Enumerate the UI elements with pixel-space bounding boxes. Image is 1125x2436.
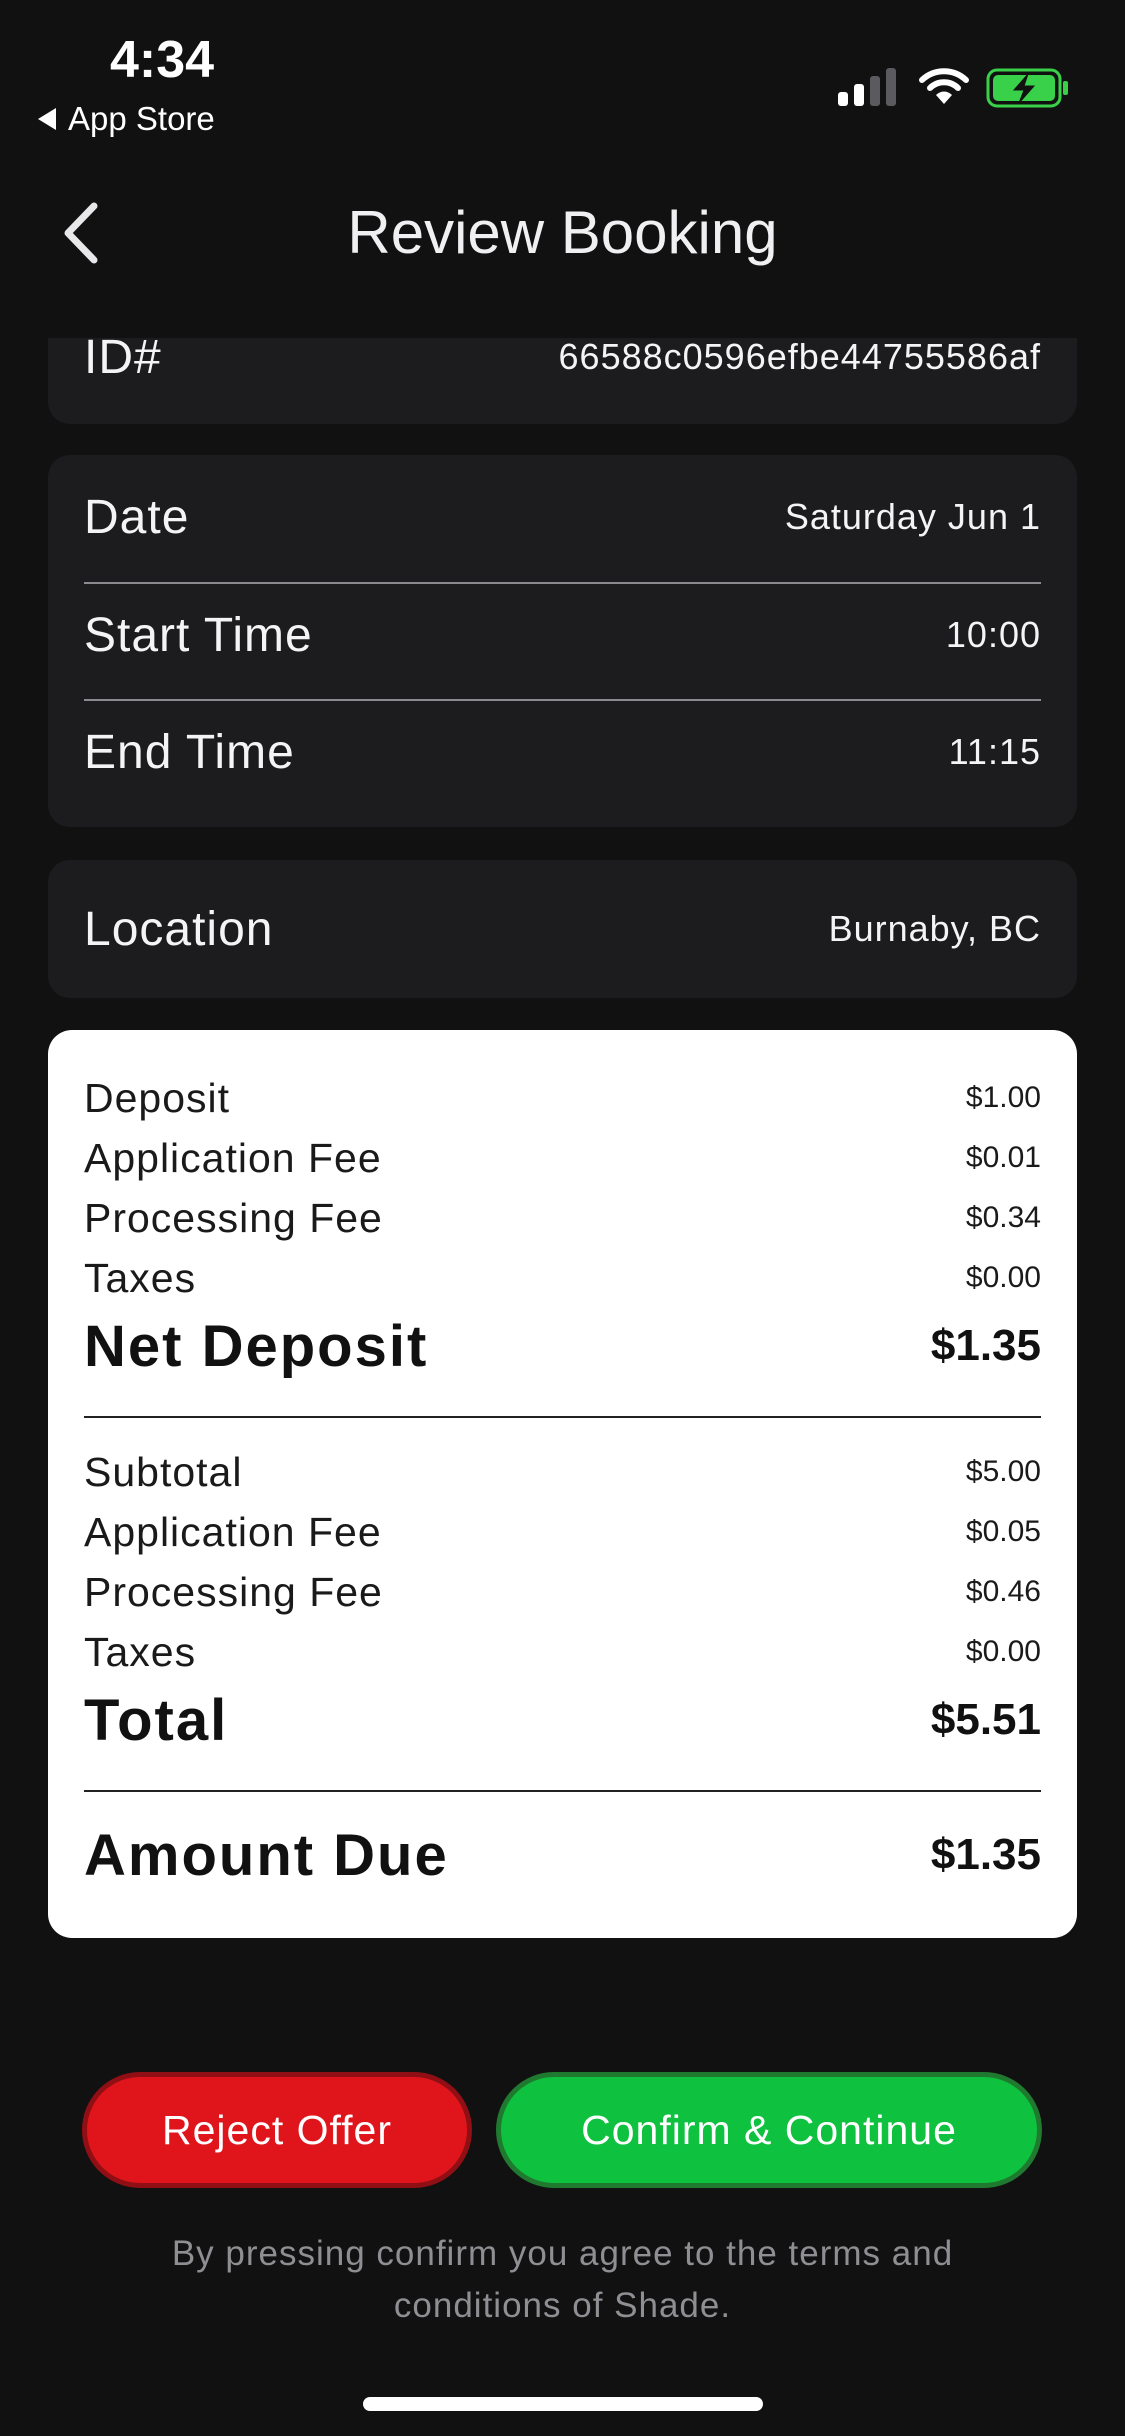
start-time-label: Start Time [84,608,313,662]
reject-offer-button[interactable]: Reject Offer [82,2072,472,2188]
location-card: Location Burnaby, BC [48,860,1077,998]
divider [84,699,1041,701]
amount-due-label: Amount Due [84,1822,449,1888]
start-time-value: 10:00 [945,614,1041,655]
booking-id-value: 66588c0596efbe44755586af [558,336,1041,377]
total-taxes-label: Taxes [84,1628,197,1675]
location-value: Burnaby, BC [828,908,1041,949]
deposit-value: $1.00 [965,1081,1041,1114]
subtotal-value: $5.00 [965,1455,1041,1488]
booking-id-card: ID# 66588c0596efbe44755586af [48,331,1077,424]
back-triangle-icon [38,108,56,130]
confirm-continue-button[interactable]: Confirm & Continue [496,2072,1042,2188]
page-title: Review Booking [347,199,778,266]
schedule-card: Date Saturday Jun 1 Start Time 10:00 End… [48,455,1077,827]
end-time-value: 11:15 [948,731,1041,772]
total-application-fee-label: Application Fee [84,1508,382,1555]
booking-id-label: ID# [84,330,162,384]
total-value: $5.51 [930,1695,1041,1744]
subtotal-label: Subtotal [84,1448,243,1495]
deposit-taxes-label: Taxes [84,1254,197,1301]
terms-text: By pressing confirm you agree to the ter… [171,2234,954,2325]
amount-due-value: $1.35 [930,1830,1041,1879]
total-label: Total [84,1687,229,1753]
net-deposit-value: $1.35 [930,1321,1041,1370]
deposit-taxes-value: $0.00 [965,1261,1041,1294]
location-label: Location [84,902,274,956]
deposit-application-fee-value: $0.01 [965,1141,1041,1174]
total-processing-fee-label: Processing Fee [84,1568,383,1615]
pricing-summary-card: Deposit $1.00 Application Fee $0.01 Proc… [48,1030,1077,1938]
deposit-processing-fee-value: $0.34 [965,1201,1041,1234]
status-time: 4:34 [110,31,215,89]
deposit-processing-fee-label: Processing Fee [84,1194,383,1241]
total-processing-fee-value: $0.46 [965,1575,1041,1608]
signal-icon [838,68,896,106]
total-taxes-value: $0.00 [965,1635,1041,1668]
net-deposit-label: Net Deposit [84,1313,429,1379]
battery-charging-icon [986,68,1070,113]
wifi-icon [918,66,970,111]
deposit-application-fee-label: Application Fee [84,1134,382,1181]
divider [84,1416,1041,1418]
divider [84,582,1041,584]
back-app-label: App Store [68,100,215,137]
back-to-app-store[interactable]: App Store [38,100,215,138]
home-indicator[interactable] [363,2397,763,2411]
divider [84,1790,1041,1792]
total-application-fee-value: $0.05 [965,1515,1041,1548]
end-time-label: End Time [84,725,295,779]
date-value: Saturday Jun 1 [784,496,1041,537]
deposit-label: Deposit [84,1074,231,1121]
date-label: Date [84,490,190,544]
